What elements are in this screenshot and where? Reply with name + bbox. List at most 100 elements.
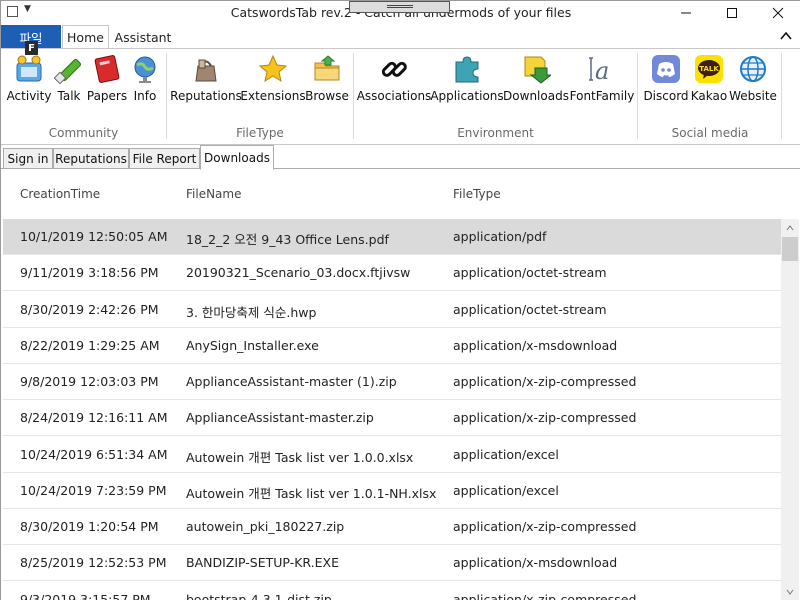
collapse-ribbon-button[interactable] — [779, 29, 793, 43]
reputations-button[interactable]: Reputations — [170, 53, 242, 105]
extensions-button[interactable]: Extensions — [240, 53, 306, 105]
scroll-up-button[interactable] — [781, 219, 799, 237]
tab-sign-in[interactable]: Sign in — [3, 148, 53, 169]
activity-button[interactable]: Activity — [7, 53, 51, 105]
downloads-button[interactable]: Downloads — [503, 53, 569, 105]
maximize-icon — [727, 8, 737, 18]
vertical-scrollbar[interactable] — [781, 219, 799, 600]
applications-button[interactable]: Applications — [430, 53, 504, 105]
cell-file-type: application/x-zip-compressed — [453, 410, 637, 426]
minimize-icon — [681, 12, 691, 14]
cell-creation-time: 9/8/2019 12:03:03 PM — [20, 374, 159, 389]
tab-assistant[interactable]: Assistant — [113, 25, 173, 49]
title-grip-handle[interactable] — [349, 1, 450, 13]
cell-creation-time: 8/22/2019 1:29:25 AM — [20, 337, 160, 353]
kakao-icon: TALK — [693, 53, 725, 85]
file-keytip: F — [25, 41, 38, 55]
table-row[interactable]: 10/1/2019 12:50:05 AM 18_2_2 오전 9_43 Offi… — [3, 219, 781, 255]
fontfamily-label: FontFamily — [569, 89, 635, 103]
discord-button[interactable]: Discord — [642, 53, 690, 105]
talk-button[interactable]: Talk — [53, 53, 85, 105]
cell-creation-time: 8/25/2019 12:52:53 PM — [20, 555, 167, 571]
kakao-button[interactable]: TALK Kakao — [690, 53, 728, 105]
cell-creation-time: 10/1/2019 12:50:05 AM — [20, 229, 168, 244]
close-button[interactable] — [755, 1, 800, 25]
minimize-button[interactable] — [663, 1, 709, 25]
ribbon-panel: Activity Talk Papers Info Community Repu… — [1, 48, 800, 145]
info-button[interactable]: Info — [129, 53, 161, 105]
papers-button[interactable]: Papers — [87, 53, 127, 105]
web-icon — [737, 53, 769, 85]
table-row[interactable]: 8/24/2019 12:16:11 AM ApplianceAssistant-… — [3, 400, 781, 437]
grid-header: CreationTime FileName FileType — [1, 169, 781, 219]
cell-file-type: application/excel — [453, 482, 559, 498]
cell-file-name: BANDIZIP-SETUP-KR.EXE — [186, 555, 339, 571]
downloads-label: Downloads — [503, 89, 569, 103]
group-filetype: Reputations Extensions Browse FileType — [167, 49, 353, 145]
group-label-community: Community — [48, 126, 119, 140]
group-label-environment: Environment — [457, 126, 534, 140]
cell-creation-time: 10/24/2019 7:23:59 PM — [20, 482, 167, 498]
cell-file-name: 20190321_Scenario_03.docx.ftjivsw — [186, 265, 411, 281]
group-label-social-media: Social media — [671, 126, 749, 140]
tab-reputations[interactable]: Reputations — [53, 148, 129, 169]
papers-label: Papers — [86, 89, 128, 103]
talk-icon — [53, 53, 85, 85]
cell-creation-time: 10/24/2019 6:51:34 AM — [20, 446, 168, 462]
chain-link-icon — [378, 53, 410, 85]
cell-file-type: application/x-zip-compressed — [453, 374, 637, 389]
svg-text:a: a — [595, 57, 609, 84]
maximize-button[interactable] — [709, 1, 755, 25]
cell-file-type: application/x-zip-compressed — [453, 519, 637, 534]
cell-file-type: application/octet-stream — [453, 301, 607, 317]
scroll-down-button[interactable] — [781, 583, 799, 600]
cell-file-name: autowein_pki_180227.zip — [186, 519, 345, 534]
fontfamily-button[interactable]: a FontFamily — [569, 53, 635, 105]
cell-file-type: application/pdf — [453, 229, 547, 244]
cell-file-name: ApplianceAssistant-master (1).zip — [186, 374, 397, 389]
browse-button[interactable]: Browse — [305, 53, 349, 105]
tab-downloads[interactable]: Downloads — [200, 145, 274, 170]
table-row[interactable]: 9/11/2019 3:18:56 PM 20190321_Scenario_03… — [3, 255, 781, 292]
discord-label: Discord — [643, 89, 689, 103]
browse-label: Browse — [305, 89, 349, 103]
table-row[interactable]: 10/24/2019 6:51:34 AM Autowein 개편 Task li… — [3, 437, 781, 473]
group-environment: Associations Applications Downloads a Fo… — [354, 49, 637, 145]
applications-label: Applications — [430, 89, 504, 103]
cell-file-type: application/excel — [453, 446, 559, 462]
website-button[interactable]: Website — [728, 53, 778, 105]
table-row[interactable]: 10/24/2019 7:23:59 PM Autowein 개편 Task li… — [3, 473, 781, 509]
column-header-creation-time[interactable]: CreationTime — [20, 187, 100, 201]
column-header-file-type[interactable]: FileType — [453, 187, 501, 201]
cell-creation-time: 9/3/2019 3:15:57 PM — [20, 591, 151, 600]
associations-button[interactable]: Associations — [356, 53, 432, 105]
group-social-media: Discord TALK Kakao Website Social media — [638, 49, 782, 145]
title-bar[interactable]: ▼ CatswordsTab rev.2 - Catch all undermo… — [1, 1, 800, 25]
table-row[interactable]: 8/30/2019 1:20:54 PM autowein_pki_180227.… — [3, 509, 781, 545]
table-row[interactable]: 9/8/2019 12:03:03 PM ApplianceAssistant-m… — [3, 364, 781, 400]
cell-creation-time: 8/24/2019 12:16:11 AM — [20, 410, 168, 426]
table-row[interactable]: 8/25/2019 12:52:53 PM BANDIZIP-SETUP-KR.E… — [3, 545, 781, 582]
associations-label: Associations — [356, 89, 432, 103]
cell-file-type: application/x-msdownload — [453, 555, 618, 571]
group-label-filetype: FileType — [236, 126, 284, 140]
discord-icon — [650, 53, 682, 85]
scroll-thumb[interactable] — [782, 237, 798, 261]
arrow-down-icon — [786, 589, 794, 595]
column-header-file-name[interactable]: FileName — [186, 187, 241, 201]
table-row[interactable]: 8/30/2019 2:42:26 PM 3. 한마당축제 식순.hwp appli… — [3, 292, 781, 328]
puzzle-icon — [451, 53, 483, 85]
tab-home[interactable]: Home — [62, 25, 109, 49]
table-row[interactable]: 8/22/2019 1:29:25 AM AnySign_Installer.ex… — [3, 328, 781, 364]
globe-icon — [129, 53, 161, 85]
activity-label: Activity — [6, 89, 52, 103]
cell-creation-time: 8/30/2019 1:20:54 PM — [20, 519, 159, 534]
cell-file-name: AnySign_Installer.exe — [186, 337, 319, 353]
cell-file-type: application/x-zip-compressed — [453, 591, 637, 600]
chevron-up-icon — [780, 31, 792, 40]
cell-file-name: bootstrap-4.3.1-dist.zip — [186, 591, 332, 600]
tab-file-report[interactable]: File Report — [129, 148, 200, 169]
activity-icon — [13, 53, 45, 85]
talk-label: Talk — [57, 89, 81, 103]
table-row[interactable]: 9/3/2019 3:15:57 PM bootstrap-4.3.1-dist.… — [3, 582, 781, 600]
